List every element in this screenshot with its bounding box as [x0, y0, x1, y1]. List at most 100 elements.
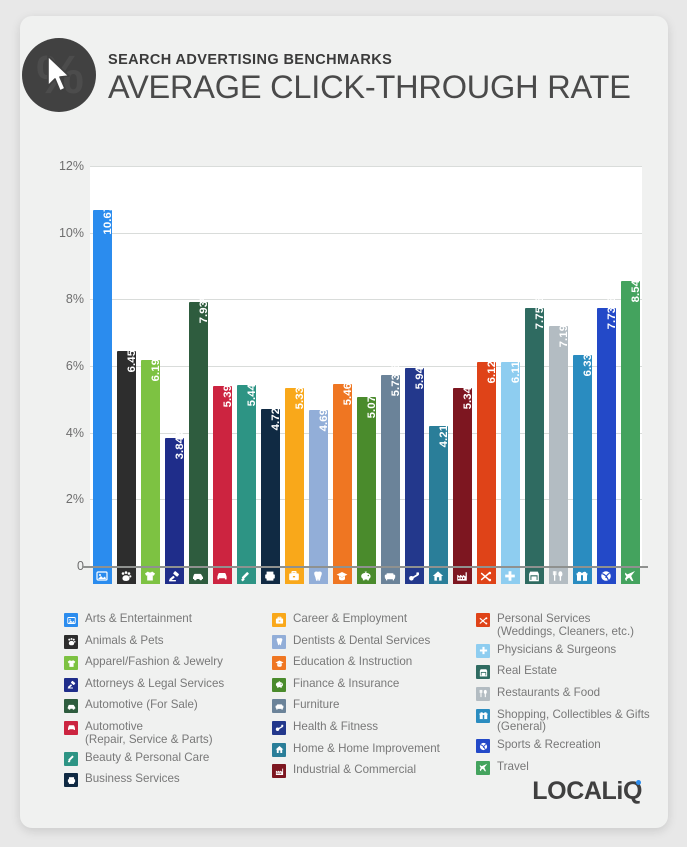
bar[interactable]: 6.33% — [572, 344, 594, 566]
legend-item: Industrial & Commercial — [272, 763, 470, 780]
bar[interactable]: 6.45% — [116, 340, 138, 566]
bar[interactable]: 5.44% — [236, 373, 258, 566]
legend-item: Health & Fitness — [272, 720, 470, 737]
bar[interactable]: 4.69% — [308, 398, 330, 566]
cutlery-icon — [548, 568, 568, 584]
tooth-icon — [308, 568, 328, 584]
brush-icon — [64, 751, 78, 766]
bar[interactable]: 5.73% — [380, 364, 402, 566]
brand-dot-icon — [636, 780, 641, 785]
legend-item: Shopping, Collectibles & Gifts (General) — [476, 708, 666, 734]
legend-item-label: Home & Home Improvement — [293, 741, 440, 755]
bar-value-label: 6.45% — [126, 339, 138, 373]
legend-item-label: Health & Fitness — [293, 719, 379, 733]
bar[interactable]: 5.46% — [332, 373, 354, 566]
gridline — [90, 299, 642, 301]
legend-item-label: Industrial & Commercial — [293, 763, 417, 777]
bar-value-label: 10.67% — [102, 195, 114, 235]
y-axis-tick-label: 10% — [58, 225, 84, 240]
bar[interactable]: 4.72% — [260, 397, 282, 566]
bar-value-label: 6.19% — [150, 348, 162, 382]
briefcase-icon — [272, 613, 286, 627]
page-title: AVERAGE CLICK-THROUGH RATE — [108, 69, 631, 105]
legend-item: Automotive (Repair, Service & Parts) — [64, 720, 264, 746]
bar[interactable]: 6.12% — [476, 351, 498, 566]
infographic-card: % SEARCH ADVERTISING BENCHMARKS AVERAGE … — [20, 16, 668, 828]
briefcase-icon — [284, 568, 304, 584]
gift-bow-icon — [572, 568, 592, 584]
bar-value-label: 7.93% — [198, 290, 210, 324]
bar[interactable]: 5.07% — [356, 386, 378, 566]
bar[interactable]: 3.84% — [164, 427, 186, 566]
bar[interactable]: 7.19% — [548, 315, 570, 566]
picture-icon — [92, 568, 112, 584]
gavel-icon — [164, 568, 184, 584]
bar[interactable]: 7.73% — [596, 297, 618, 566]
bar-value-label: 7.75% — [534, 296, 546, 330]
legend-item-label: Shopping, Collectibles & Gifts (General) — [497, 707, 650, 734]
house-icon — [428, 568, 448, 584]
storefront-icon — [524, 568, 544, 584]
brush-icon — [236, 568, 256, 584]
bar[interactable]: 5.94% — [404, 357, 426, 566]
printer-icon — [64, 773, 78, 788]
sofa-icon — [272, 699, 286, 714]
tshirt-icon — [140, 568, 160, 584]
bar-value-label: 5.33% — [294, 376, 306, 410]
legend-item: Business Services — [64, 772, 264, 789]
header: % SEARCH ADVERTISING BENCHMARKS AVERAGE … — [20, 16, 668, 134]
legend-item-label: Automotive (For Sale) — [85, 698, 198, 712]
airplane-icon — [476, 760, 490, 775]
bar-value-label: 4.21% — [438, 414, 450, 448]
factory-icon — [272, 764, 286, 779]
bar[interactable]: 5.34% — [452, 377, 474, 566]
bar-value-label: 3.84% — [174, 426, 186, 460]
bar[interactable]: 8.54% — [620, 270, 642, 566]
gridline — [90, 166, 642, 167]
gridline — [90, 232, 642, 234]
dumbbell-icon — [272, 720, 286, 735]
header-kicker: SEARCH ADVERTISING BENCHMARKS — [108, 52, 393, 68]
bar[interactable]: 7.75% — [524, 296, 546, 566]
legend-item: Physicians & Surgeons — [476, 643, 666, 660]
bar[interactable]: 5.39% — [212, 375, 234, 566]
bar[interactable]: 7.93% — [188, 290, 210, 566]
ribbon-scissors-icon — [476, 613, 490, 627]
bar[interactable]: 5.33% — [284, 377, 306, 566]
bar[interactable]: 10.67% — [92, 196, 114, 566]
legend-item-label: Personal Services (Weddings, Cleaners, et… — [497, 612, 635, 638]
factory-icon — [452, 568, 472, 584]
bar-value-label: 6.33% — [582, 343, 594, 377]
bar[interactable]: 6.11% — [500, 351, 522, 566]
legend-item-label: Sports & Recreation — [497, 738, 601, 752]
legend-item: Arts & Entertainment — [64, 612, 264, 629]
dumbbell-icon — [404, 568, 424, 584]
legend-item: Automotive (For Sale) — [64, 698, 264, 715]
legend-item: Finance & Insurance — [272, 677, 470, 694]
legend-item: Personal Services (Weddings, Cleaners, et… — [476, 612, 666, 638]
ribbon-scissors-icon — [476, 568, 496, 584]
legend-item-label: Arts & Entertainment — [85, 612, 192, 625]
legend-column-1: Arts & Entertainment Animals & Pets Appare… — [64, 612, 264, 794]
ball-icon — [476, 739, 490, 754]
bar[interactable]: 4.21% — [428, 414, 450, 566]
bar-value-label: 4.72% — [270, 397, 282, 431]
legend-item: Sports & Recreation — [476, 738, 666, 755]
legend-item: Attorneys & Legal Services — [64, 677, 264, 694]
graduation-cap-icon — [272, 656, 286, 671]
tooth-icon — [272, 634, 286, 649]
legend-item: Home & Home Improvement — [272, 742, 470, 759]
percent-cursor-icon: % — [22, 38, 96, 112]
legend-item: Real Estate — [476, 664, 666, 681]
legend-item: Animals & Pets — [64, 634, 264, 651]
bar[interactable]: 6.19% — [140, 348, 162, 566]
brand-logo: LOCALiQ — [532, 777, 642, 805]
piggy-bank-icon — [356, 568, 376, 584]
legend-column-3: Personal Services (Weddings, Cleaners, et… — [476, 612, 666, 782]
legend-item-label: Dentists & Dental Services — [293, 633, 431, 647]
airplane-icon — [620, 568, 640, 584]
legend-item-label: Education & Instruction — [293, 655, 413, 669]
medical-cross-icon — [500, 568, 520, 584]
ball-icon — [596, 568, 616, 584]
legend-item-label: Finance & Insurance — [293, 676, 400, 690]
